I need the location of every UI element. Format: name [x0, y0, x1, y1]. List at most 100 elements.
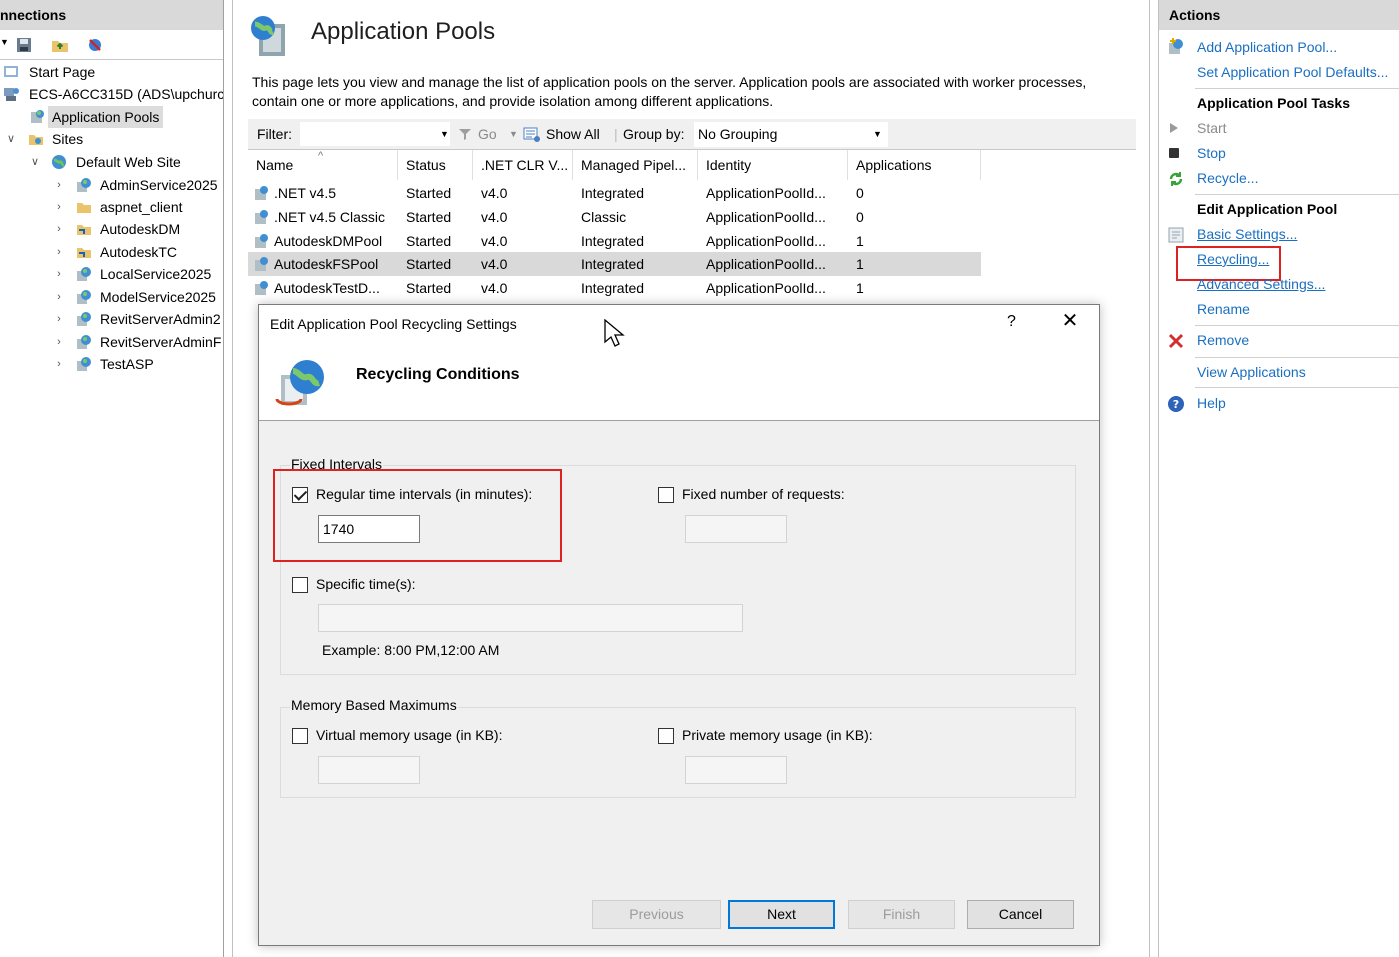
column-header-pipeline[interactable]: Managed Pipel...	[573, 150, 698, 180]
specific-times-example: Example: 8:00 PM,12:00 AM	[322, 642, 500, 658]
expand-chevron-icon[interactable]: ›	[53, 174, 65, 196]
tree-item-label: Default Web Site	[76, 154, 181, 170]
specific-times-checkbox[interactable]	[292, 577, 308, 593]
dialog-close-button[interactable]: ✕	[1059, 310, 1081, 332]
tree-item-label: AutodeskDM	[100, 221, 181, 237]
cell-pipeline: Integrated	[581, 233, 645, 249]
previous-button[interactable]: Previous	[592, 900, 721, 929]
expand-chevron-icon[interactable]: ›	[53, 353, 65, 375]
expand-chevron-icon[interactable]: ›	[53, 196, 65, 218]
add-pool-icon	[1169, 38, 1183, 54]
divider	[1195, 387, 1399, 388]
column-header-clr[interactable]: .NET CLR V...	[473, 150, 573, 180]
basic-settings-icon	[1168, 227, 1184, 243]
group-by-select[interactable]: No Grouping ▼	[694, 122, 888, 147]
virtual-memory-input[interactable]	[318, 756, 420, 784]
recycle-link[interactable]: Recycle...	[1197, 170, 1258, 186]
specific-times-input[interactable]	[318, 604, 743, 632]
tree-item-start-page[interactable]: Start Page	[0, 61, 223, 83]
pool-tasks-heading: Application Pool Tasks	[1197, 95, 1350, 111]
set-pool-defaults-link[interactable]: Set Application Pool Defaults...	[1197, 64, 1388, 80]
tree-item-adminservice2025[interactable]: › AdminService2025	[0, 174, 223, 196]
divider	[1195, 325, 1399, 326]
dialog-help-button[interactable]: ?	[1007, 313, 1016, 331]
cell-name: AutodeskFSPool	[274, 256, 379, 272]
web-app-icon	[77, 357, 91, 371]
expand-chevron-icon[interactable]: ›	[53, 286, 65, 308]
expand-chevron-icon[interactable]: ›	[53, 218, 65, 240]
sort-ascending-icon: ^	[318, 150, 324, 162]
cell-status: Started	[406, 280, 452, 296]
application-pools-header-icon	[251, 16, 285, 56]
toolbar-dropdown-arrow[interactable]: ▼	[0, 37, 9, 47]
tree-item-modelservice2025[interactable]: › ModelService2025	[0, 286, 223, 308]
remove-link[interactable]: Remove	[1197, 332, 1249, 348]
table-row[interactable]: .NET v4.5 Started v4.0 Integrated Applic…	[248, 181, 981, 205]
recycling-globe-icon	[275, 360, 324, 406]
go-button[interactable]: Go	[478, 119, 497, 150]
column-header-status[interactable]: Status	[398, 150, 473, 180]
basic-settings-link[interactable]: Basic Settings...	[1197, 226, 1297, 242]
column-header-label: Applications	[856, 157, 932, 173]
column-header-applications[interactable]: Applications	[848, 150, 981, 180]
stop-icon	[1169, 148, 1179, 158]
add-application-pool-link[interactable]: Add Application Pool...	[1197, 39, 1337, 55]
tree-item-label: ModelService2025	[100, 289, 216, 305]
tree-item-autodeskdm[interactable]: › AutodeskDM	[0, 218, 223, 240]
fixed-requests-checkbox[interactable]	[658, 487, 674, 503]
private-memory-checkbox[interactable]	[658, 728, 674, 744]
tree-item-label: LocalService2025	[100, 266, 212, 282]
save-icon[interactable]	[15, 36, 33, 54]
folder-icon	[77, 203, 91, 213]
cancel-button[interactable]: Cancel	[967, 900, 1074, 929]
start-link[interactable]: Start	[1197, 120, 1227, 136]
page-title: Application Pools	[311, 18, 496, 45]
tree-item-aspnet-client[interactable]: › aspnet_client	[0, 196, 223, 218]
collapse-chevron-icon[interactable]: ∨	[29, 151, 41, 173]
view-applications-link[interactable]: View Applications	[1197, 364, 1306, 380]
cell-pipeline: Integrated	[581, 185, 645, 201]
cell-identity: ApplicationPoolId...	[706, 185, 826, 201]
tree-item-application-pools[interactable]: Application Pools	[0, 106, 223, 128]
collapse-chevron-icon[interactable]: ∨	[5, 128, 17, 150]
table-row-selected[interactable]: AutodeskFSPool Started v4.0 Integrated A…	[248, 252, 981, 276]
column-header-identity[interactable]: Identity	[698, 150, 848, 180]
table-row[interactable]: AutodeskTestD... Started v4.0 Integrated…	[248, 276, 981, 300]
tree-item-server[interactable]: ECS-A6CC315D (ADS\upchurc	[0, 83, 223, 105]
finish-button[interactable]: Finish	[848, 900, 955, 929]
fixed-requests-input[interactable]	[685, 515, 787, 543]
private-memory-input[interactable]	[685, 756, 787, 784]
table-row[interactable]: .NET v4.5 Classic Started v4.0 Classic A…	[248, 205, 981, 229]
cell-applications: 0	[856, 185, 864, 201]
group-by-value: No Grouping	[698, 126, 778, 142]
next-button[interactable]: Next	[728, 900, 835, 929]
up-folder-icon[interactable]	[51, 36, 69, 54]
tree-item-revitserveradmin2[interactable]: › RevitServerAdmin2	[0, 308, 223, 330]
filter-dropdown-icon[interactable]: ▼	[440, 119, 449, 150]
advanced-settings-link[interactable]: Advanced Settings...	[1197, 276, 1325, 292]
tree-item-localservice2025[interactable]: › LocalService2025	[0, 263, 223, 285]
virtual-memory-checkbox[interactable]	[292, 728, 308, 744]
web-app-icon	[77, 178, 91, 192]
help-icon: ?	[1168, 396, 1184, 412]
table-row[interactable]: AutodeskDMPool Started v4.0 Integrated A…	[248, 229, 981, 253]
tree-item-label: TestASP	[100, 356, 154, 372]
expand-chevron-icon[interactable]: ›	[53, 241, 65, 263]
expand-chevron-icon[interactable]: ›	[53, 331, 65, 353]
expand-chevron-icon[interactable]: ›	[53, 263, 65, 285]
tree-item-testasp[interactable]: › TestASP	[0, 353, 223, 375]
tree-item-default-web-site[interactable]: ∨ Default Web Site	[0, 151, 223, 173]
stop-link[interactable]: Stop	[1197, 145, 1226, 161]
expand-chevron-icon[interactable]: ›	[53, 308, 65, 330]
show-all-button[interactable]: Show All	[546, 119, 600, 150]
connect-icon[interactable]	[86, 36, 104, 54]
column-header-name[interactable]: Name ^	[248, 150, 398, 180]
cell-status: Started	[406, 209, 452, 225]
app-pool-icon	[255, 210, 268, 224]
help-link[interactable]: Help	[1197, 395, 1226, 411]
tree-item-sites[interactable]: ∨ Sites	[0, 128, 223, 150]
tree-item-revitserveradminf[interactable]: › RevitServerAdminF	[0, 331, 223, 353]
go-dropdown-icon[interactable]: ▼	[509, 119, 518, 150]
rename-link[interactable]: Rename	[1197, 301, 1250, 317]
tree-item-autodesktc[interactable]: › AutodeskTC	[0, 241, 223, 263]
